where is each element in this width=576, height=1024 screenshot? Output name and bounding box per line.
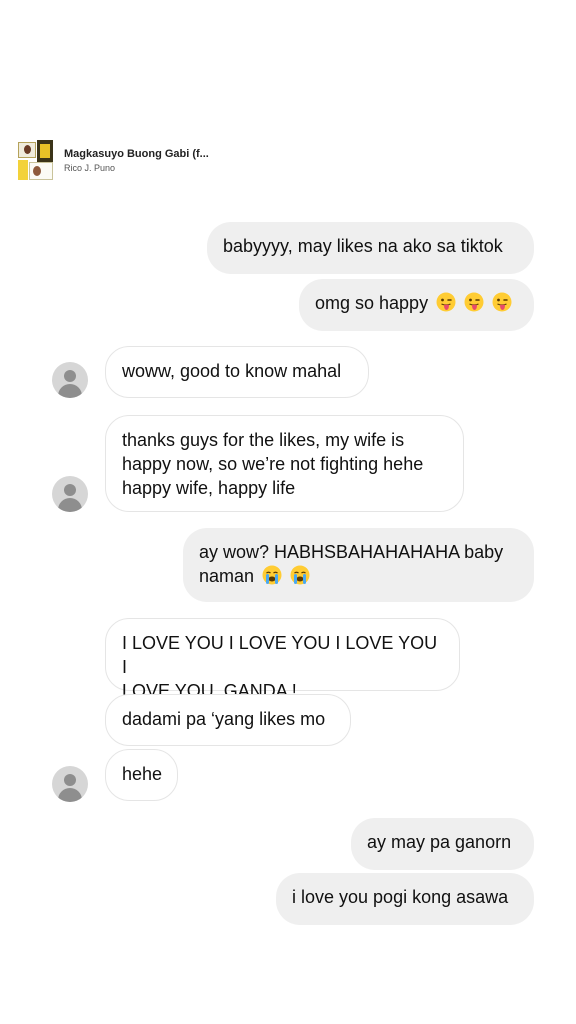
song-title: Magkasuyo Buong Gabi (f...: [64, 147, 209, 160]
tongue-wink-emoji: [492, 292, 512, 312]
message-line: happy wife, happy life: [122, 478, 296, 498]
avatar[interactable]: [52, 766, 88, 802]
message-received[interactable]: woww, good to know mahal: [105, 346, 369, 398]
message-received[interactable]: dadami pa ‘yang likes mo: [105, 694, 351, 746]
message-received[interactable]: thanks guys for the likes, my wife is ha…: [105, 415, 464, 512]
message-text: dadami pa ‘yang likes mo: [122, 709, 326, 729]
tongue-wink-emoji: [436, 292, 456, 312]
message-sent[interactable]: babyyyy, may likes na ako sa tiktok: [207, 222, 534, 274]
album-art: [18, 140, 54, 180]
message-text: woww, good to know mahal: [122, 361, 342, 381]
message-text: i love you pogi kong asawa: [292, 887, 509, 907]
message-text: ay may pa ganorn: [367, 832, 512, 852]
message-sent[interactable]: ay may pa ganorn: [351, 818, 534, 870]
message-line: naman: [199, 566, 255, 586]
song-artist: Rico J. Puno: [64, 162, 116, 173]
crying-emoji: [290, 565, 310, 585]
tongue-wink-emoji: [464, 292, 484, 312]
music-sticker[interactable]: Magkasuyo Buong Gabi (f... Rico J. Puno: [18, 138, 228, 182]
message-text: babyyyy, may likes na ako sa tiktok: [223, 236, 503, 256]
message-line: ay wow? HABHSBAHAHAHAHA baby: [199, 542, 504, 562]
message-line: thanks guys for the likes, my wife is: [122, 430, 405, 450]
avatar[interactable]: [52, 476, 88, 512]
message-text: omg so happy: [315, 293, 429, 313]
message-sent[interactable]: i love you pogi kong asawa: [276, 873, 534, 925]
message-sent[interactable]: omg so happy: [299, 279, 534, 331]
message-received[interactable]: hehe: [105, 749, 178, 801]
crying-emoji: [262, 565, 282, 585]
message-text: hehe: [122, 764, 163, 784]
message-received[interactable]: I LOVE YOU I LOVE YOU I LOVE YOU I LOVE …: [105, 618, 460, 701]
message-line: happy now, so we’re not fighting hehe: [122, 454, 424, 474]
message-sent[interactable]: ay wow? HABHSBAHAHAHAHA baby naman: [183, 528, 534, 602]
message-line: I LOVE YOU I LOVE YOU I LOVE YOU I: [122, 633, 438, 677]
avatar[interactable]: [52, 362, 88, 398]
